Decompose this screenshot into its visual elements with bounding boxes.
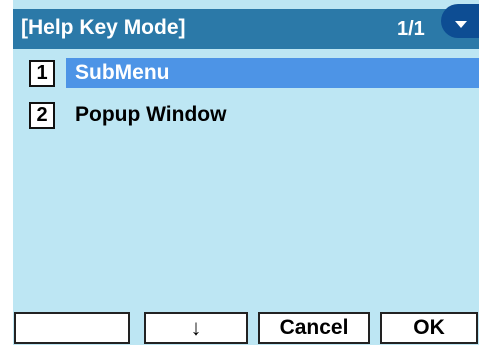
page-indicator: 1/1 xyxy=(397,18,425,40)
softkey-down-button[interactable]: ↓ xyxy=(144,312,248,344)
softkey-bar: ↓ Cancel OK xyxy=(13,312,479,345)
softkey-ok-button[interactable]: OK xyxy=(380,312,478,344)
menu-item-submenu[interactable]: 1 SubMenu xyxy=(29,58,479,90)
menu-item-popup-window[interactable]: 2 Popup Window xyxy=(29,100,479,132)
menu-item-number: 2 xyxy=(29,102,55,129)
phone-display: [Help Key Mode] 1/1 1 SubMenu 2 Popup Wi… xyxy=(13,0,479,345)
screen-title: [Help Key Mode] xyxy=(21,16,186,39)
menu-item-label: Popup Window xyxy=(75,103,227,126)
menu-item-label: SubMenu xyxy=(75,61,170,84)
softkey-cancel-button[interactable]: Cancel xyxy=(258,312,370,344)
scroll-indicator xyxy=(441,4,479,38)
scroll-down-icon xyxy=(455,21,467,28)
softkey-1[interactable] xyxy=(14,312,130,344)
menu-item-number: 1 xyxy=(29,60,55,87)
title-bar: [Help Key Mode] 1/1 xyxy=(13,9,479,49)
